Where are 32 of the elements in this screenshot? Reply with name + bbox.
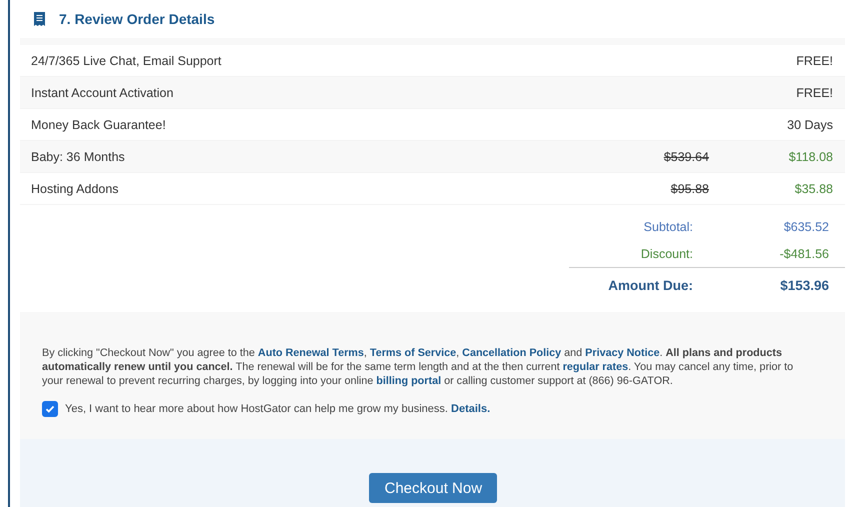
terms-text: By clicking "Checkout Now" you agree to the Auto Renewal Terms, Terms of Service, Cancellation Policy and Privacy Notice. All plans and products automatically renew until you cancel. The renewal will be for the same term length and at the then current regular rates. You may cancel any time, prior to your renewal to prevent recurring charges, by logging into your online billing portal or calling customer support at (866) 96-GATOR. <box>42 346 794 388</box>
original-price: $539.64 <box>662 150 709 164</box>
item-label: Instant Account Activation <box>30 86 174 100</box>
item-price: $35.88 <box>794 182 834 196</box>
checkout-button[interactable]: Checkout Now <box>368 473 496 503</box>
opt-in-text: Yes, I want to hear more about how HostGator can help me grow my business. Details. <box>65 403 490 415</box>
section-title: 7. Review Order Details <box>59 11 215 27</box>
item-label: 24/7/365 Live Chat, Email Support <box>30 54 222 68</box>
item-label: Hosting Addons <box>30 182 120 196</box>
terms-link[interactable]: regular rates <box>562 361 628 373</box>
total-value: -$481.56 <box>778 246 830 260</box>
terms-link[interactable]: Auto Renewal Terms <box>258 347 364 359</box>
item-price: FREE! <box>795 54 834 68</box>
original-price: $95.88 <box>670 182 709 196</box>
checkbox[interactable] <box>42 401 58 417</box>
terms-link[interactable]: Cancellation Policy <box>462 347 562 359</box>
item-price: $118.08 <box>788 150 834 164</box>
item-price: 30 Days <box>786 118 834 132</box>
checkmark-icon <box>45 404 55 414</box>
total-label: Discount: <box>640 246 694 260</box>
details-link[interactable]: Details. <box>451 403 490 415</box>
total-value: $153.96 <box>779 278 830 292</box>
total-value: $635.52 <box>782 220 830 234</box>
terms-link[interactable]: Terms of Service <box>370 347 456 359</box>
item-label: Money Back Guarantee! <box>30 118 167 132</box>
terms-link[interactable]: Privacy Notice <box>585 347 660 359</box>
receipt-icon <box>34 12 45 26</box>
terms-link[interactable]: billing portal <box>376 375 442 387</box>
total-label: Subtotal: <box>642 220 694 234</box>
item-price: FREE! <box>795 86 834 100</box>
item-label: Baby: 36 Months <box>30 150 126 164</box>
total-label: Amount Due: <box>607 278 694 292</box>
